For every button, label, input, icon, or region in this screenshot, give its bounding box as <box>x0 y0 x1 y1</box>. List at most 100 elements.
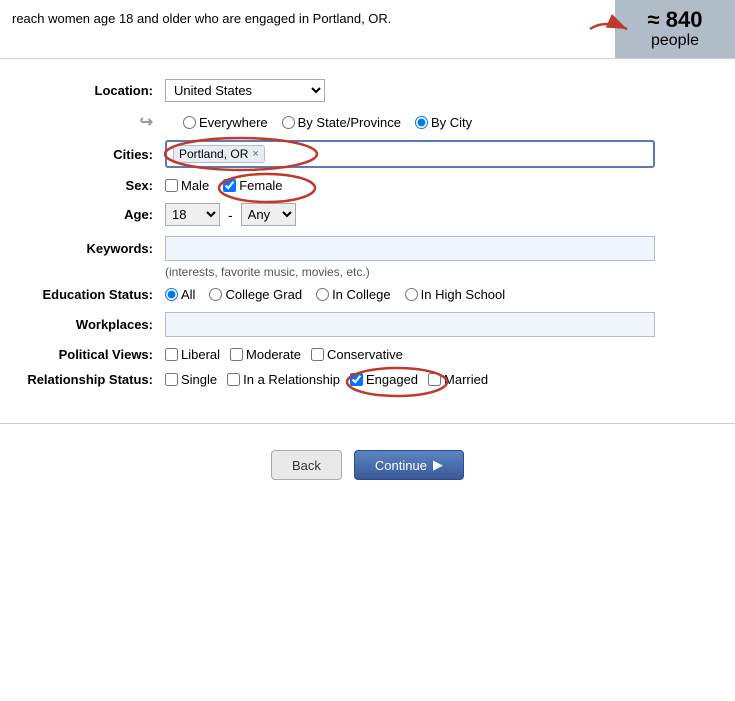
female-label: Female <box>239 178 282 193</box>
political-conservative-label: Conservative <box>327 347 403 362</box>
continue-arrow-icon: ▶ <box>433 457 443 473</box>
edu-college-grad-label: College Grad <box>225 287 302 302</box>
back-button-label: Back <box>292 458 321 473</box>
footer-divider <box>0 423 735 424</box>
male-checkbox[interactable] <box>165 179 178 192</box>
keywords-row: Keywords: <box>20 236 715 261</box>
age-from-select[interactable]: 18192021 22232425 30354045 50556065 <box>165 203 220 226</box>
edu-in-college-input[interactable] <box>316 288 329 301</box>
back-button[interactable]: Back <box>271 450 342 480</box>
radio-city-label: By City <box>431 115 472 130</box>
sex-row: Sex: Male Female <box>20 178 715 193</box>
female-checkbox-label[interactable]: Female <box>223 178 282 193</box>
relationship-row: Relationship Status: Single In a Relatio… <box>20 372 715 387</box>
workplaces-label: Workplaces: <box>20 317 165 332</box>
workplaces-content <box>165 312 715 337</box>
radio-state[interactable]: By State/Province <box>282 115 401 130</box>
cities-label: Cities: <box>20 147 165 162</box>
education-row: Education Status: All College Grad In Co… <box>20 287 715 302</box>
location-row: Location: United States Canada United Ki… <box>20 79 715 102</box>
rel-in-relationship-label: In a Relationship <box>243 372 340 387</box>
rel-married[interactable]: Married <box>428 372 488 387</box>
rel-engaged-label: Engaged <box>366 372 418 387</box>
rel-engaged[interactable]: Engaged <box>350 372 418 387</box>
cities-input-box[interactable]: Portland, OR × <box>165 140 655 168</box>
political-conservative-checkbox[interactable] <box>311 348 324 361</box>
form-area: Location: United States Canada United Ki… <box>0 69 735 407</box>
edu-all[interactable]: All <box>165 287 195 302</box>
relationship-label: Relationship Status: <box>20 372 165 387</box>
rel-single-label: Single <box>181 372 217 387</box>
male-label: Male <box>181 178 209 193</box>
city-tag-portland: Portland, OR × <box>173 145 265 163</box>
continue-button[interactable]: Continue ▶ <box>354 450 464 480</box>
edu-college-grad-input[interactable] <box>209 288 222 301</box>
radio-state-input[interactable] <box>282 116 295 129</box>
political-conservative[interactable]: Conservative <box>311 347 403 362</box>
keywords-content <box>165 236 715 261</box>
edu-all-input[interactable] <box>165 288 178 301</box>
radio-everywhere[interactable]: Everywhere <box>183 115 268 130</box>
footer-buttons: Back Continue ▶ <box>0 440 735 500</box>
city-tag-remove[interactable]: × <box>252 148 258 160</box>
location-radio-row: ↪ Everywhere By State/Province By City <box>20 112 715 132</box>
arrow-icon <box>585 14 635 44</box>
edu-high-school-input[interactable] <box>405 288 418 301</box>
political-liberal[interactable]: Liberal <box>165 347 220 362</box>
count-label: people <box>651 32 699 50</box>
age-content: 18192021 22232425 30354045 50556065 - An… <box>165 203 715 226</box>
rel-married-checkbox[interactable] <box>428 373 441 386</box>
age-dash: - <box>228 207 233 223</box>
workplaces-input[interactable] <box>165 312 655 337</box>
location-content: United States Canada United Kingdom Aust… <box>165 79 715 102</box>
political-row: Political Views: Liberal Moderate Conser… <box>20 347 715 362</box>
education-label: Education Status: <box>20 287 165 302</box>
education-content: All College Grad In College In High Scho… <box>165 287 715 302</box>
rel-single[interactable]: Single <box>165 372 217 387</box>
edu-in-college[interactable]: In College <box>316 287 391 302</box>
header-count-box: ≈ 840 people <box>615 0 735 58</box>
engaged-wrapper: Engaged <box>350 372 418 387</box>
rel-engaged-checkbox[interactable] <box>350 373 363 386</box>
edu-high-school-label: In High School <box>421 287 506 302</box>
rel-in-relationship-checkbox[interactable] <box>227 373 240 386</box>
location-select[interactable]: United States Canada United Kingdom Aust… <box>165 79 325 102</box>
edu-all-label: All <box>181 287 195 302</box>
city-tag-text: Portland, OR <box>179 147 248 161</box>
female-checkbox[interactable] <box>223 179 236 192</box>
keywords-hint: (interests, favorite music, movies, etc.… <box>20 265 715 279</box>
location-label: Location: <box>20 83 165 98</box>
female-checkbox-wrapper: Female <box>223 178 282 193</box>
sex-label: Sex: <box>20 178 165 193</box>
radio-city[interactable]: By City <box>415 115 472 130</box>
radio-state-label: By State/Province <box>298 115 401 130</box>
keywords-input[interactable] <box>165 236 655 261</box>
edu-college-grad[interactable]: College Grad <box>209 287 302 302</box>
political-liberal-checkbox[interactable] <box>165 348 178 361</box>
edu-high-school[interactable]: In High School <box>405 287 506 302</box>
redirect-arrow-icon: ↪ <box>140 114 153 131</box>
age-label: Age: <box>20 207 165 222</box>
radio-everywhere-label: Everywhere <box>199 115 268 130</box>
relationship-content: Single In a Relationship Engaged Married <box>165 372 715 387</box>
rel-single-checkbox[interactable] <box>165 373 178 386</box>
age-to-select[interactable]: Any192021 22232425 30354045 50556065 <box>241 203 296 226</box>
header-description-text: reach women age 18 and older who are eng… <box>12 11 391 26</box>
radio-everywhere-input[interactable] <box>183 116 196 129</box>
political-moderate[interactable]: Moderate <box>230 347 301 362</box>
keywords-label: Keywords: <box>20 241 165 256</box>
rel-in-relationship[interactable]: In a Relationship <box>227 372 340 387</box>
workplaces-row: Workplaces: <box>20 312 715 337</box>
continue-button-label: Continue <box>375 458 427 473</box>
header-banner: reach women age 18 and older who are eng… <box>0 0 735 59</box>
count-approx: ≈ 840 <box>648 8 703 32</box>
radio-city-input[interactable] <box>415 116 428 129</box>
male-checkbox-label[interactable]: Male <box>165 178 209 193</box>
header-description: reach women age 18 and older who are eng… <box>0 0 615 58</box>
age-row: Age: 18192021 22232425 30354045 50556065… <box>20 203 715 226</box>
political-label: Political Views: <box>20 347 165 362</box>
political-moderate-label: Moderate <box>246 347 301 362</box>
political-moderate-checkbox[interactable] <box>230 348 243 361</box>
cities-row: Cities: Portland, OR × <box>20 140 715 168</box>
political-content: Liberal Moderate Conservative <box>165 347 715 362</box>
